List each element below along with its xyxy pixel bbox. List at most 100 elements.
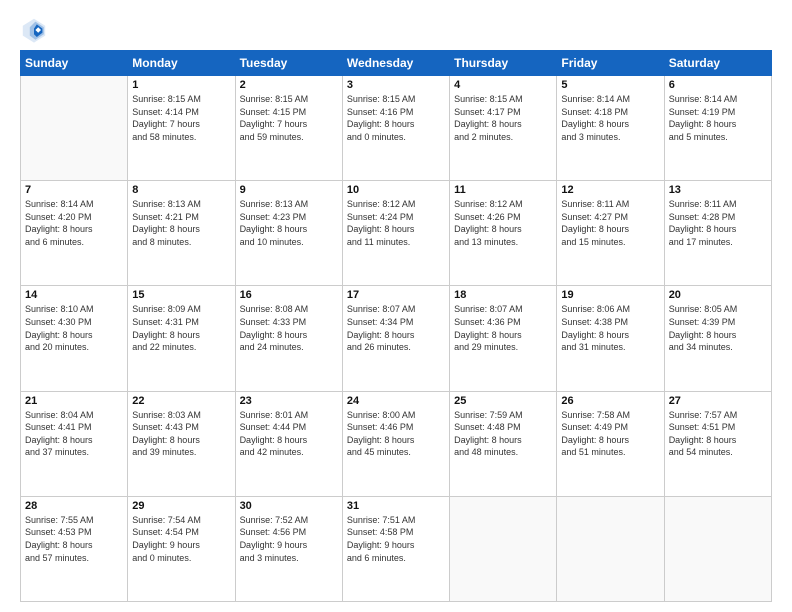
day-number: 5 <box>561 79 659 91</box>
header <box>20 16 772 44</box>
calendar-cell: 14 Sunrise: 8:10 AMSunset: 4:30 PMDayligh… <box>21 286 128 391</box>
week-row-0: 1 Sunrise: 8:15 AMSunset: 4:14 PMDaylight… <box>21 76 772 181</box>
day-info: Sunrise: 8:00 AMSunset: 4:46 PMDaylight:… <box>347 409 445 459</box>
calendar-cell: 17Sunrise: 8:07 AMSunset: 4:34 PMDayligh… <box>342 286 449 391</box>
day-info: Sunrise: 7:52 AMSunset: 4:56 PMDaylight:… <box>240 514 338 564</box>
calendar-cell: 26 Sunrise: 7:58 AMSunset: 4:49 PMDayligh… <box>557 391 664 496</box>
day-info: Sunrise: 8:15 AMSunset: 4:17 PMDaylight:… <box>454 93 552 143</box>
page: SundayMondayTuesdayWednesdayThursdayFrid… <box>0 0 792 612</box>
day-info: Sunrise: 7:59 AMSunset: 4:48 PMDaylight:… <box>454 409 552 459</box>
calendar-table: SundayMondayTuesdayWednesdayThursdayFrid… <box>20 50 772 602</box>
week-row-2: 14 Sunrise: 8:10 AMSunset: 4:30 PMDayligh… <box>21 286 772 391</box>
day-info: Sunrise: 8:04 AMSunset: 4:41 PMDaylight:… <box>25 409 123 459</box>
day-number: 18 <box>454 289 552 301</box>
day-number: 7 <box>25 184 123 196</box>
day-number: 24 <box>347 395 445 407</box>
day-number: 11 <box>454 184 552 196</box>
day-info: Sunrise: 8:12 AMSunset: 4:24 PMDaylight:… <box>347 198 445 248</box>
day-info: Sunrise: 8:14 AMSunset: 4:20 PMDaylight:… <box>25 198 123 248</box>
day-number: 28 <box>25 500 123 512</box>
day-number: 16 <box>240 289 338 301</box>
calendar-cell: 4Sunrise: 8:15 AMSunset: 4:17 PMDaylight… <box>450 76 557 181</box>
calendar-cell: 12 Sunrise: 8:11 AMSunset: 4:27 PMDayligh… <box>557 181 664 286</box>
day-info: Sunrise: 8:07 AMSunset: 4:34 PMDaylight:… <box>347 303 445 353</box>
day-number: 15 <box>132 289 230 301</box>
calendar-cell: 1 Sunrise: 8:15 AMSunset: 4:14 PMDaylight… <box>128 76 235 181</box>
day-info: Sunrise: 8:15 AMSunset: 4:16 PMDaylight:… <box>347 93 445 143</box>
logo-icon <box>20 16 48 44</box>
calendar-cell: 8 Sunrise: 8:13 AMSunset: 4:21 PMDaylight… <box>128 181 235 286</box>
day-info: Sunrise: 8:03 AMSunset: 4:43 PMDaylight:… <box>132 409 230 459</box>
day-info: Sunrise: 8:08 AMSunset: 4:33 PMDaylight:… <box>240 303 338 353</box>
day-number: 29 <box>132 500 230 512</box>
calendar-cell: 22 Sunrise: 8:03 AMSunset: 4:43 PMDayligh… <box>128 391 235 496</box>
day-info: Sunrise: 7:54 AMSunset: 4:54 PMDaylight:… <box>132 514 230 564</box>
day-number: 9 <box>240 184 338 196</box>
day-number: 8 <box>132 184 230 196</box>
day-info: Sunrise: 8:14 AMSunset: 4:19 PMDaylight:… <box>669 93 767 143</box>
day-info: Sunrise: 8:11 AMSunset: 4:28 PMDaylight:… <box>669 198 767 248</box>
day-info: Sunrise: 8:13 AMSunset: 4:23 PMDaylight:… <box>240 198 338 248</box>
calendar-cell: 16 Sunrise: 8:08 AMSunset: 4:33 PMDayligh… <box>235 286 342 391</box>
calendar-cell: 28 Sunrise: 7:55 AMSunset: 4:53 PMDayligh… <box>21 496 128 601</box>
calendar-cell <box>450 496 557 601</box>
day-number: 30 <box>240 500 338 512</box>
week-row-1: 7 Sunrise: 8:14 AMSunset: 4:20 PMDaylight… <box>21 181 772 286</box>
day-number: 22 <box>132 395 230 407</box>
calendar-cell: 11 Sunrise: 8:12 AMSunset: 4:26 PMDayligh… <box>450 181 557 286</box>
calendar-cell: 27Sunrise: 7:57 AMSunset: 4:51 PMDayligh… <box>664 391 771 496</box>
day-info: Sunrise: 8:06 AMSunset: 4:38 PMDaylight:… <box>561 303 659 353</box>
calendar-cell: 9 Sunrise: 8:13 AMSunset: 4:23 PMDaylight… <box>235 181 342 286</box>
day-number: 20 <box>669 289 767 301</box>
day-info: Sunrise: 8:11 AMSunset: 4:27 PMDaylight:… <box>561 198 659 248</box>
calendar-cell: 2Sunrise: 8:15 AMSunset: 4:15 PMDaylight… <box>235 76 342 181</box>
day-info: Sunrise: 8:09 AMSunset: 4:31 PMDaylight:… <box>132 303 230 353</box>
weekday-thursday: Thursday <box>450 51 557 76</box>
calendar-cell: 13 Sunrise: 8:11 AMSunset: 4:28 PMDayligh… <box>664 181 771 286</box>
week-row-4: 28 Sunrise: 7:55 AMSunset: 4:53 PMDayligh… <box>21 496 772 601</box>
day-info: Sunrise: 8:14 AMSunset: 4:18 PMDaylight:… <box>561 93 659 143</box>
calendar-cell: 31 Sunrise: 7:51 AMSunset: 4:58 PMDayligh… <box>342 496 449 601</box>
calendar-cell: 29 Sunrise: 7:54 AMSunset: 4:54 PMDayligh… <box>128 496 235 601</box>
weekday-tuesday: Tuesday <box>235 51 342 76</box>
day-info: Sunrise: 7:55 AMSunset: 4:53 PMDaylight:… <box>25 514 123 564</box>
day-info: Sunrise: 7:58 AMSunset: 4:49 PMDaylight:… <box>561 409 659 459</box>
calendar-cell: 10Sunrise: 8:12 AMSunset: 4:24 PMDayligh… <box>342 181 449 286</box>
day-info: Sunrise: 8:01 AMSunset: 4:44 PMDaylight:… <box>240 409 338 459</box>
week-row-3: 21 Sunrise: 8:04 AMSunset: 4:41 PMDayligh… <box>21 391 772 496</box>
day-number: 26 <box>561 395 659 407</box>
weekday-saturday: Saturday <box>664 51 771 76</box>
calendar-cell: 3 Sunrise: 8:15 AMSunset: 4:16 PMDaylight… <box>342 76 449 181</box>
day-number: 31 <box>347 500 445 512</box>
calendar-cell: 19 Sunrise: 8:06 AMSunset: 4:38 PMDayligh… <box>557 286 664 391</box>
day-info: Sunrise: 8:07 AMSunset: 4:36 PMDaylight:… <box>454 303 552 353</box>
day-info: Sunrise: 8:13 AMSunset: 4:21 PMDaylight:… <box>132 198 230 248</box>
day-number: 12 <box>561 184 659 196</box>
calendar-cell: 23 Sunrise: 8:01 AMSunset: 4:44 PMDayligh… <box>235 391 342 496</box>
logo <box>20 16 52 44</box>
day-number: 21 <box>25 395 123 407</box>
calendar-cell <box>664 496 771 601</box>
day-number: 3 <box>347 79 445 91</box>
day-number: 13 <box>669 184 767 196</box>
calendar-cell: 5 Sunrise: 8:14 AMSunset: 4:18 PMDaylight… <box>557 76 664 181</box>
day-number: 19 <box>561 289 659 301</box>
day-number: 23 <box>240 395 338 407</box>
day-number: 6 <box>669 79 767 91</box>
calendar-cell: 15 Sunrise: 8:09 AMSunset: 4:31 PMDayligh… <box>128 286 235 391</box>
day-number: 1 <box>132 79 230 91</box>
day-number: 27 <box>669 395 767 407</box>
day-info: Sunrise: 8:12 AMSunset: 4:26 PMDaylight:… <box>454 198 552 248</box>
day-number: 14 <box>25 289 123 301</box>
weekday-friday: Friday <box>557 51 664 76</box>
calendar-cell: 6 Sunrise: 8:14 AMSunset: 4:19 PMDaylight… <box>664 76 771 181</box>
calendar-cell: 18 Sunrise: 8:07 AMSunset: 4:36 PMDayligh… <box>450 286 557 391</box>
weekday-sunday: Sunday <box>21 51 128 76</box>
day-info: Sunrise: 7:51 AMSunset: 4:58 PMDaylight:… <box>347 514 445 564</box>
calendar-cell: 25Sunrise: 7:59 AMSunset: 4:48 PMDayligh… <box>450 391 557 496</box>
day-info: Sunrise: 8:15 AMSunset: 4:15 PMDaylight:… <box>240 93 338 143</box>
calendar-cell: 24 Sunrise: 8:00 AMSunset: 4:46 PMDayligh… <box>342 391 449 496</box>
calendar-cell <box>21 76 128 181</box>
day-info: Sunrise: 8:10 AMSunset: 4:30 PMDaylight:… <box>25 303 123 353</box>
day-info: Sunrise: 8:15 AMSunset: 4:14 PMDaylight:… <box>132 93 230 143</box>
